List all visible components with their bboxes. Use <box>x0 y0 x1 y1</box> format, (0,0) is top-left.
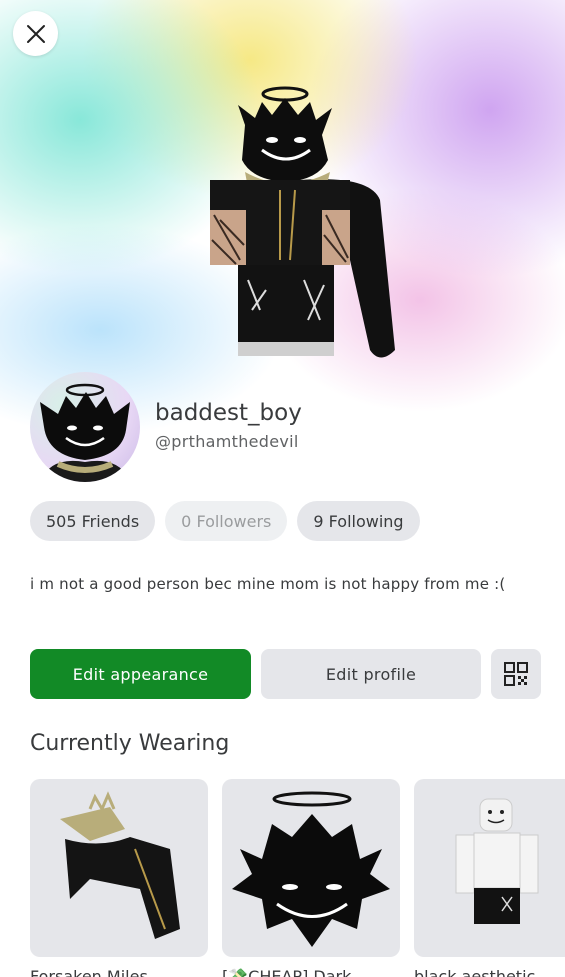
qr-code-button[interactable] <box>491 649 541 699</box>
wearing-item[interactable]: Forsaken Miles <box>30 779 208 977</box>
qr-code-icon <box>504 662 528 686</box>
avatar-headshot-icon <box>40 383 130 482</box>
friends-button[interactable]: 505 Friends <box>30 501 156 541</box>
currently-wearing-list: Forsaken Miles [💸CHEAP] Dark black aesth… <box>30 779 565 977</box>
profile-avatar[interactable] <box>30 372 140 482</box>
profile-bio: i m not a good person bec mine mom is no… <box>30 575 506 593</box>
item-name: [💸CHEAP] Dark <box>222 967 352 977</box>
item-name: Forsaken Miles <box>30 967 148 977</box>
display-name: baddest_boy <box>155 400 302 426</box>
wearing-item[interactable]: black aesthetic <box>414 779 565 977</box>
edit-appearance-button[interactable]: Edit appearance <box>30 649 251 699</box>
username: @prthamthedevil <box>155 432 299 451</box>
edit-profile-button[interactable]: Edit profile <box>261 649 481 699</box>
item-thumbnail <box>30 779 208 957</box>
currently-wearing-title: Currently Wearing <box>30 731 230 756</box>
close-button[interactable] <box>13 11 58 56</box>
close-icon <box>26 24 45 43</box>
item-name: black aesthetic <box>414 967 536 977</box>
profile-stats: 505 Friends 0 Followers 9 Following <box>30 501 420 541</box>
item-thumbnail <box>414 779 565 957</box>
avatar-3d-render <box>210 86 395 358</box>
profile-actions: Edit appearance Edit profile <box>30 649 541 699</box>
item-thumbnail <box>222 779 400 957</box>
followers-button[interactable]: 0 Followers <box>165 501 288 541</box>
following-button[interactable]: 9 Following <box>297 501 420 541</box>
wearing-item[interactable]: [💸CHEAP] Dark <box>222 779 400 977</box>
